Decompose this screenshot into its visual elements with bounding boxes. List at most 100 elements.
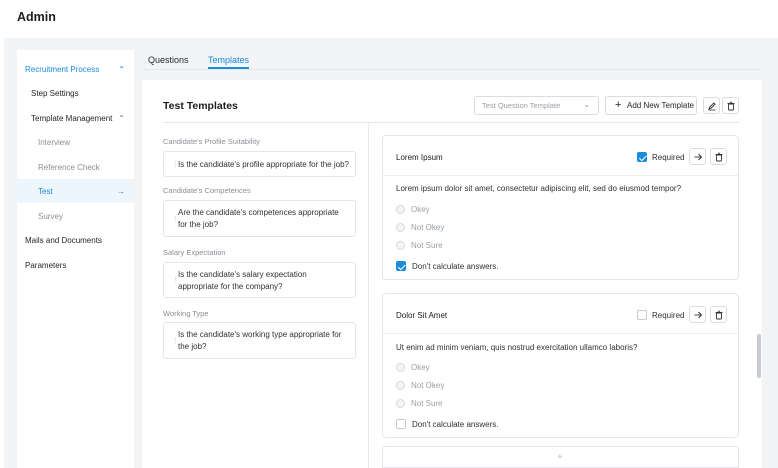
sidebar-item-label: Parameters xyxy=(25,260,67,270)
option-label: Not Sure xyxy=(411,399,443,408)
sidebar-item-label: Survey xyxy=(38,211,63,221)
question-card[interactable]: ⋮ Is the candidate's working type approp… xyxy=(163,322,356,359)
sidebar-item-label: Mails and Documents xyxy=(25,235,102,245)
card-title: Dolor Sit Amet xyxy=(396,311,448,320)
sidebar-item-recruitment-process[interactable]: Recruitment Process ⌃ xyxy=(17,57,134,81)
template-question-card: Dolor Sit Amet Required Ut enim ad minim… xyxy=(382,293,739,438)
pencil-icon xyxy=(707,101,716,110)
required-label: Required xyxy=(652,152,685,162)
dont-calculate-checkbox[interactable]: Don't calculate answers. xyxy=(396,261,498,271)
question-text: Is the candidate's profile appropriate f… xyxy=(178,160,349,169)
tab-divider xyxy=(142,69,762,70)
card-divider xyxy=(383,175,738,176)
option-label: Okey xyxy=(411,205,430,214)
arrow-right-icon: → xyxy=(117,186,125,196)
option-label: Not Sure xyxy=(411,241,443,250)
option-radio[interactable]: Not Okey xyxy=(396,223,444,232)
option-radio[interactable]: Not Sure xyxy=(396,241,443,250)
plus-icon: + xyxy=(557,452,563,463)
option-label: Not Okey xyxy=(411,381,445,390)
sidebar-item-survey[interactable]: Survey xyxy=(17,204,134,228)
sidebar-item-reference-check[interactable]: Reference Check xyxy=(17,155,134,179)
radio-icon xyxy=(396,381,405,390)
delete-question-button[interactable] xyxy=(710,306,727,323)
arrow-right-icon xyxy=(694,311,702,318)
page-title: Test Templates xyxy=(163,100,238,112)
trash-icon xyxy=(715,152,722,161)
dont-calculate-label: Don't calculate answers. xyxy=(412,419,499,429)
question-category: Salary Expectation xyxy=(163,248,226,257)
delete-template-button[interactable] xyxy=(722,97,739,114)
sidebar-item-template-management[interactable]: Template Management ⌃ xyxy=(17,106,134,130)
edit-template-button[interactable] xyxy=(703,97,720,114)
required-label: Required xyxy=(652,310,685,320)
delete-question-button[interactable] xyxy=(710,148,727,165)
sidebar-item-label: Test xyxy=(38,186,53,196)
checkbox-checked-icon xyxy=(637,152,647,162)
question-card[interactable]: ⋮ Is the candidate's profile appropriate… xyxy=(163,151,356,177)
chevron-up-icon: ⌃ xyxy=(118,64,125,74)
template-select-placeholder: Test Question Template xyxy=(482,101,561,110)
dont-calculate-checkbox[interactable]: Don't calculate answers. xyxy=(396,419,498,429)
question-card[interactable]: ⋮ Are the candidate's competences approp… xyxy=(163,200,356,237)
radio-icon xyxy=(396,241,405,250)
move-question-button[interactable] xyxy=(689,148,706,165)
dont-calculate-label: Don't calculate answers. xyxy=(412,261,499,271)
add-new-template-button[interactable]: + Add New Template xyxy=(605,96,697,115)
radio-icon xyxy=(396,223,405,232)
top-bar: Admin xyxy=(0,0,778,38)
chevron-down-icon: ⌄ xyxy=(583,100,590,109)
question-category: Candidate's Profile Suitability xyxy=(163,137,260,146)
card-divider xyxy=(383,333,738,334)
sidebar-item-label: Template Management xyxy=(31,113,113,123)
option-radio[interactable]: Not Sure xyxy=(396,399,443,408)
option-radio[interactable]: Okey xyxy=(396,363,430,372)
question-text: Is the candidate's salary expectation ap… xyxy=(178,270,307,291)
column-divider xyxy=(368,122,369,468)
card-question-text: Ut enim ad minim veniam, quis nostrud ex… xyxy=(396,343,638,352)
sidebar-item-parameters[interactable]: Parameters xyxy=(17,253,134,277)
sidebar-item-mails-and-documents[interactable]: Mails and Documents xyxy=(17,228,134,252)
sidebar-item-step-settings[interactable]: Step Settings xyxy=(17,81,134,105)
option-label: Not Okey xyxy=(411,223,445,232)
sidebar-item-label: Step Settings xyxy=(31,88,79,98)
option-label: Okey xyxy=(411,363,430,372)
tab-templates[interactable]: Templates xyxy=(208,55,249,65)
radio-icon xyxy=(396,399,405,408)
required-checkbox[interactable]: Required xyxy=(637,152,684,162)
chevron-up-icon: ⌃ xyxy=(118,113,125,123)
radio-icon xyxy=(396,363,405,372)
sidebar-item-interview[interactable]: Interview xyxy=(17,130,134,154)
add-question-button[interactable]: + xyxy=(382,446,739,468)
sidebar-item-label: Interview xyxy=(38,137,71,147)
move-question-button[interactable] xyxy=(689,306,706,323)
option-radio[interactable]: Not Okey xyxy=(396,381,444,390)
question-category: Working Type xyxy=(163,309,209,318)
panel-header-divider xyxy=(163,122,739,123)
card-title: Lorem Ipsum xyxy=(396,153,443,162)
trash-icon xyxy=(715,310,722,319)
sidebar-item-test[interactable]: Test → xyxy=(17,179,134,203)
sidebar-item-label: Recruitment Process xyxy=(25,64,100,74)
checkbox-unchecked-icon xyxy=(396,419,406,429)
app-title: Admin xyxy=(17,10,56,24)
plus-icon: + xyxy=(615,99,622,111)
trash-icon xyxy=(727,101,734,110)
sidebar-item-label: Reference Check xyxy=(38,162,100,172)
arrow-right-icon xyxy=(694,153,702,160)
active-tab-indicator xyxy=(208,67,249,69)
scrollbar-thumb[interactable] xyxy=(757,334,761,378)
template-question-card: Lorem Ipsum Required Lorem ipsum dolor s… xyxy=(382,135,739,280)
required-checkbox[interactable]: Required xyxy=(637,310,684,320)
question-category: Candidate's Competences xyxy=(163,186,251,195)
option-radio[interactable]: Okey xyxy=(396,205,430,214)
checkbox-checked-icon xyxy=(396,261,406,271)
add-new-template-label: Add New Template xyxy=(627,101,694,110)
radio-icon xyxy=(396,205,405,214)
card-question-text: Lorem ipsum dolor sit amet, consectetur … xyxy=(396,184,682,193)
tab-questions[interactable]: Questions xyxy=(148,55,189,65)
sidebar: Recruitment Process ⌃ Step Settings Temp… xyxy=(17,50,134,468)
question-card[interactable]: ⋮ Is the candidate's salary expectation … xyxy=(163,262,356,298)
template-select[interactable]: Test Question Template ⌄ xyxy=(474,96,599,115)
question-text: Is the candidate's working type appropri… xyxy=(178,330,342,351)
